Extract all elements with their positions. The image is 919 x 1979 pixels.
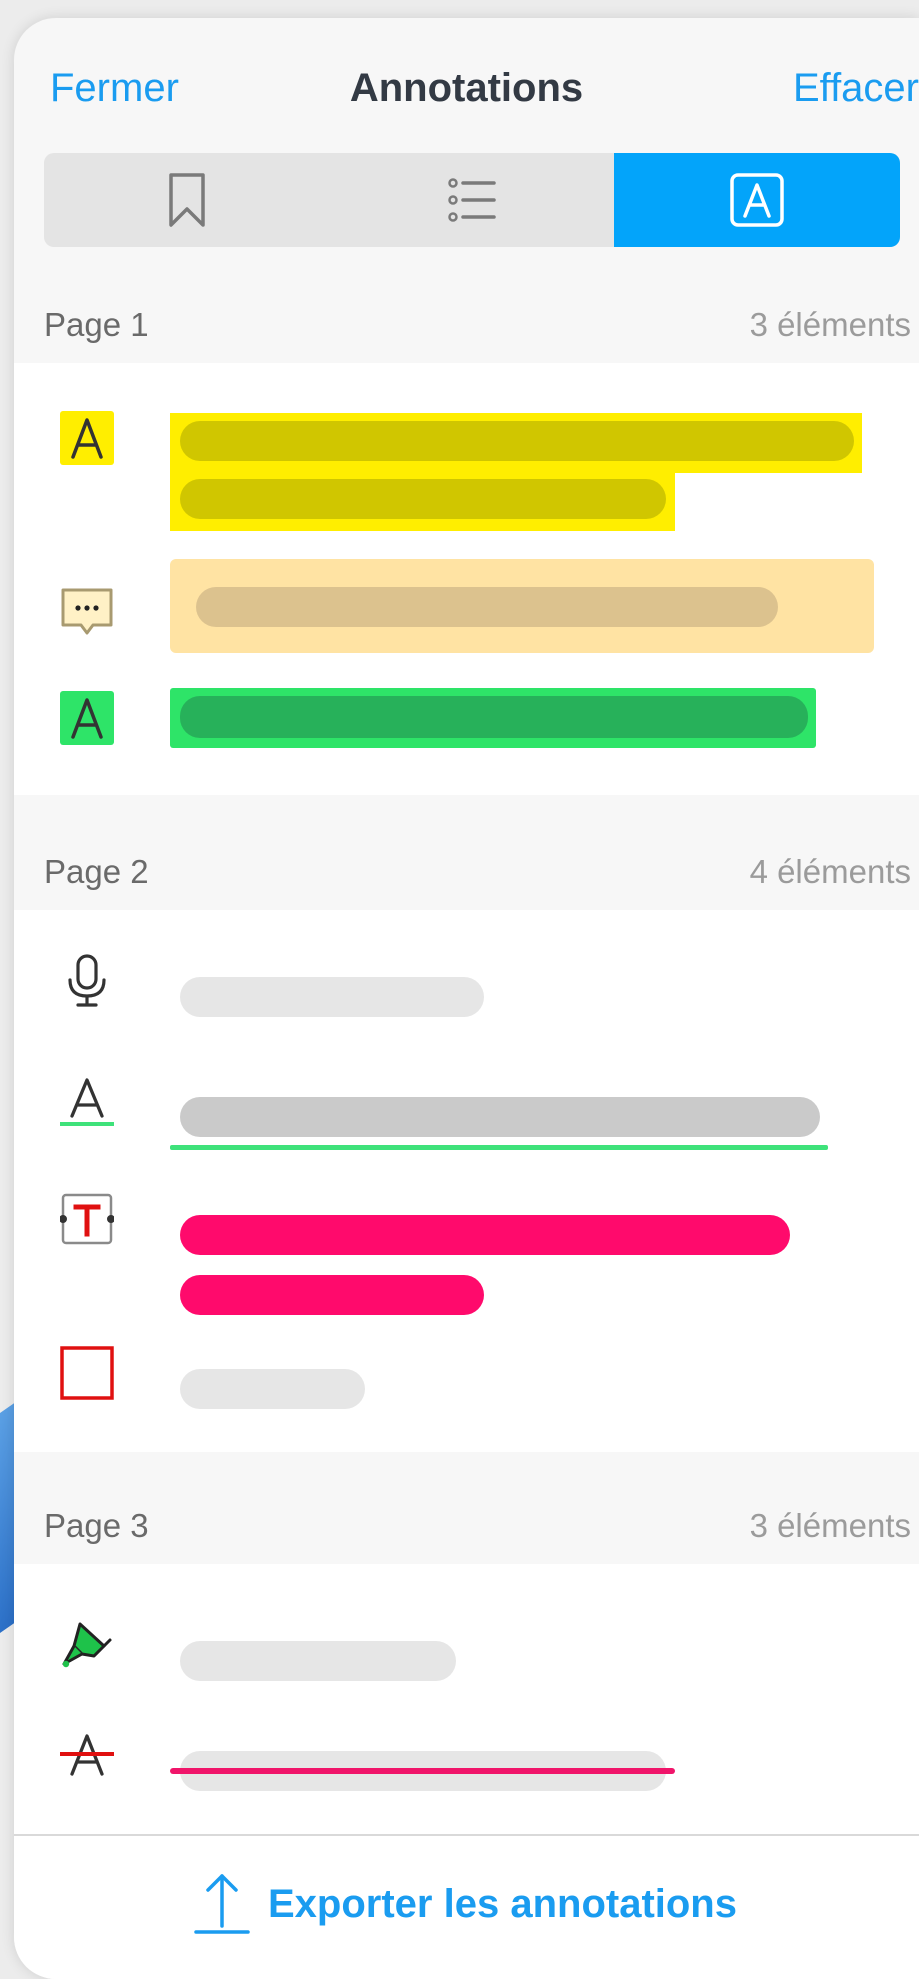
tab-annotations[interactable] [614, 153, 900, 247]
microphone-icon [68, 954, 106, 1007]
share-upload-icon [194, 1874, 250, 1934]
tab-segmented-control [44, 153, 900, 247]
section-page-label: Page 3 [44, 1507, 149, 1544]
section-item-count: 3 éléments [749, 1507, 911, 1544]
section-page-3 [14, 1564, 919, 1834]
rectangle-shape-icon [60, 1346, 114, 1400]
tab-outline[interactable] [329, 153, 614, 247]
section-page-label: Page 2 [44, 853, 149, 890]
export-label: Exporter les annotations [268, 1881, 737, 1926]
underline-icon [60, 1078, 114, 1126]
close-button[interactable]: Fermer [50, 66, 179, 111]
section-item-count: 4 éléments [749, 853, 911, 890]
strikethrough-icon [60, 1734, 114, 1776]
annotations-panel: Fermer Annotations Effacer Page 1 3 élém… [14, 18, 919, 1979]
highlighter-pen-icon [62, 1622, 112, 1668]
highlight-icon [60, 691, 114, 745]
bookmark-icon [168, 173, 205, 227]
text-box-icon [60, 1193, 114, 1245]
comment-icon [61, 588, 113, 635]
highlight-icon [60, 411, 114, 465]
footer-bar: Exporter les annotations [14, 1834, 919, 1979]
section-header-page-3: Page 3 3 éléments [14, 1469, 919, 1577]
export-annotations-button[interactable]: Exporter les annotations [194, 1872, 737, 1936]
section-page-label: Page 1 [44, 306, 149, 343]
section-header-page-1: Page 1 3 éléments [14, 268, 919, 376]
section-page-2 [14, 910, 919, 1452]
section-page-1 [14, 363, 919, 795]
annotation-icon [730, 173, 784, 227]
header-bar: Fermer Annotations Effacer [14, 18, 919, 148]
section-header-page-2: Page 2 4 éléments [14, 815, 919, 923]
list-icon [447, 178, 496, 222]
clear-button[interactable]: Effacer [793, 66, 919, 111]
section-item-count: 3 éléments [749, 306, 911, 343]
tab-bookmarks[interactable] [44, 153, 329, 247]
